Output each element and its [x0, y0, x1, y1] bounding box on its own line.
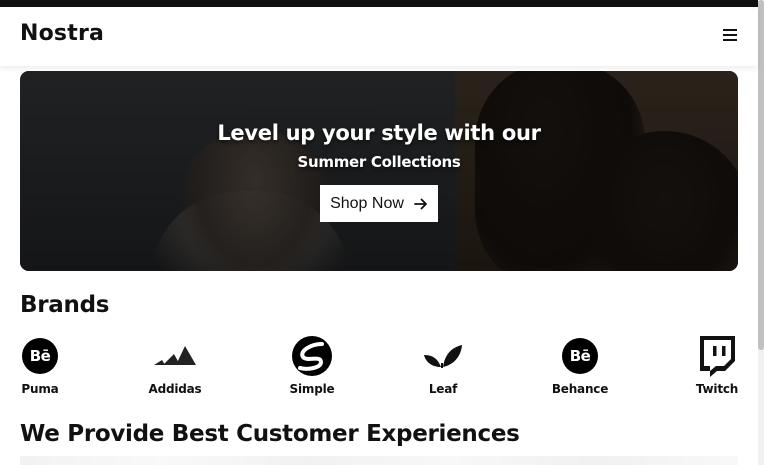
leaf-icon — [424, 345, 462, 368]
brand-addidas[interactable]: Addidas — [135, 335, 215, 396]
brand-label: Puma — [21, 382, 59, 396]
hero-banner: Level up your style with our Summer Coll… — [20, 71, 738, 271]
hamburger-menu-icon[interactable] — [723, 29, 737, 42]
brand-label: Leaf — [428, 382, 458, 396]
navbar: Nostra — [0, 7, 758, 66]
brand-label: Behance — [551, 382, 609, 396]
behance-icon: Bē — [22, 338, 58, 374]
experience-cards-preview — [20, 456, 738, 465]
brand-label: Twitch — [695, 382, 739, 396]
simple-icon — [292, 336, 332, 376]
brand-behance[interactable]: Bē Behance — [540, 335, 620, 396]
behance-icon: Bē — [562, 338, 598, 374]
page-scrollbar[interactable] — [758, 0, 764, 465]
experience-title: We Provide Best Customer Experiences — [20, 421, 520, 447]
brands-title: Brands — [20, 292, 110, 318]
scrollbar-thumb[interactable] — [758, 0, 764, 350]
twitch-icon — [700, 336, 735, 377]
hero-overlay — [20, 71, 738, 271]
top-bar — [0, 0, 758, 7]
shop-now-label: Shop Now — [330, 194, 404, 212]
hero-title: Level up your style with our — [217, 121, 541, 145]
brand-label: Simple — [289, 382, 335, 396]
site-logo[interactable]: Nostra — [20, 21, 104, 46]
arrow-right-icon — [414, 198, 427, 209]
shop-now-button[interactable]: Shop Now — [320, 185, 438, 222]
brand-label: Addidas — [148, 382, 202, 396]
brand-twitch[interactable]: Twitch — [677, 335, 757, 396]
hero-subtitle: Summer Collections — [297, 153, 461, 171]
brand-leaf[interactable]: Leaf — [403, 335, 483, 396]
brand-puma[interactable]: Bē Puma — [0, 335, 80, 396]
brand-simple[interactable]: Simple — [272, 335, 352, 396]
adidas-icon — [154, 346, 196, 365]
